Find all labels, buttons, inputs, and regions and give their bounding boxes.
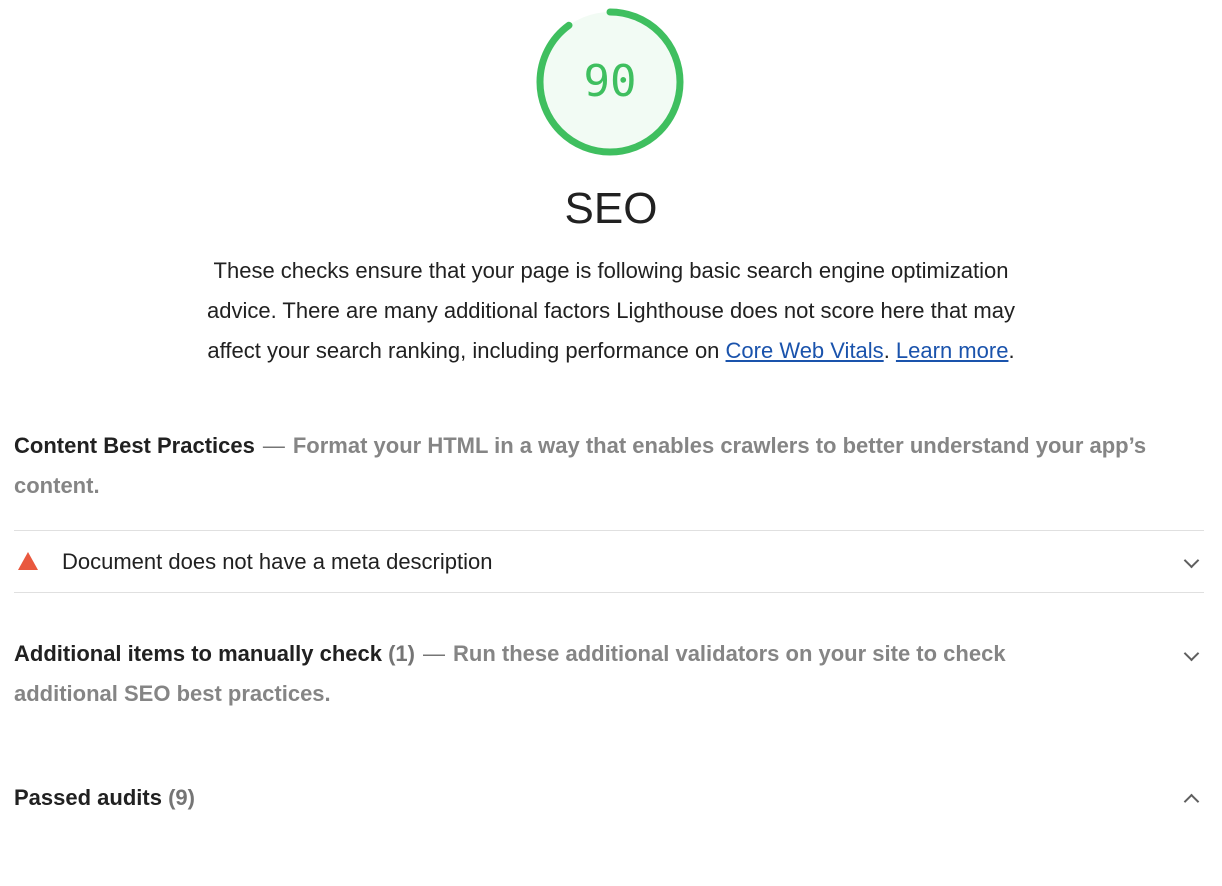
group-content-best-practices: Content Best Practices — Format your HTML …: [14, 426, 1184, 506]
group-title: Additional items to manually check: [14, 641, 382, 666]
group-title: Passed audits: [14, 785, 162, 810]
divider: [14, 592, 1204, 593]
score-value: 90: [583, 56, 637, 107]
group-separator: —: [262, 433, 285, 458]
group-separator: —: [423, 641, 445, 666]
group-count: (9): [168, 785, 195, 810]
group-passed-audits[interactable]: Passed audits (9): [14, 778, 195, 818]
group-count: (1): [388, 641, 415, 666]
description-separator: .: [883, 338, 896, 363]
group-title: Content Best Practices: [14, 433, 255, 458]
chevron-down-icon[interactable]: [1183, 552, 1200, 569]
audit-meta-description[interactable]: Document does not have a meta descriptio…: [14, 532, 1204, 592]
category-title: SEO: [564, 184, 658, 233]
learn-more-link[interactable]: Learn more: [896, 338, 1009, 363]
description-end: .: [1008, 338, 1015, 363]
warning-triangle-icon: [18, 552, 38, 570]
category-description: These checks ensure that your page is fo…: [205, 251, 1017, 371]
chevron-up-icon[interactable]: [1183, 793, 1200, 810]
chevron-down-icon[interactable]: [1183, 645, 1200, 662]
score-gauge: 90: [536, 8, 684, 156]
audit-title: Document does not have a meta descriptio…: [62, 549, 493, 574]
group-manual-checks[interactable]: Additional items to manually check (1) — R…: [14, 634, 1114, 714]
core-web-vitals-link[interactable]: Core Web Vitals: [726, 338, 884, 363]
divider: [14, 530, 1204, 531]
